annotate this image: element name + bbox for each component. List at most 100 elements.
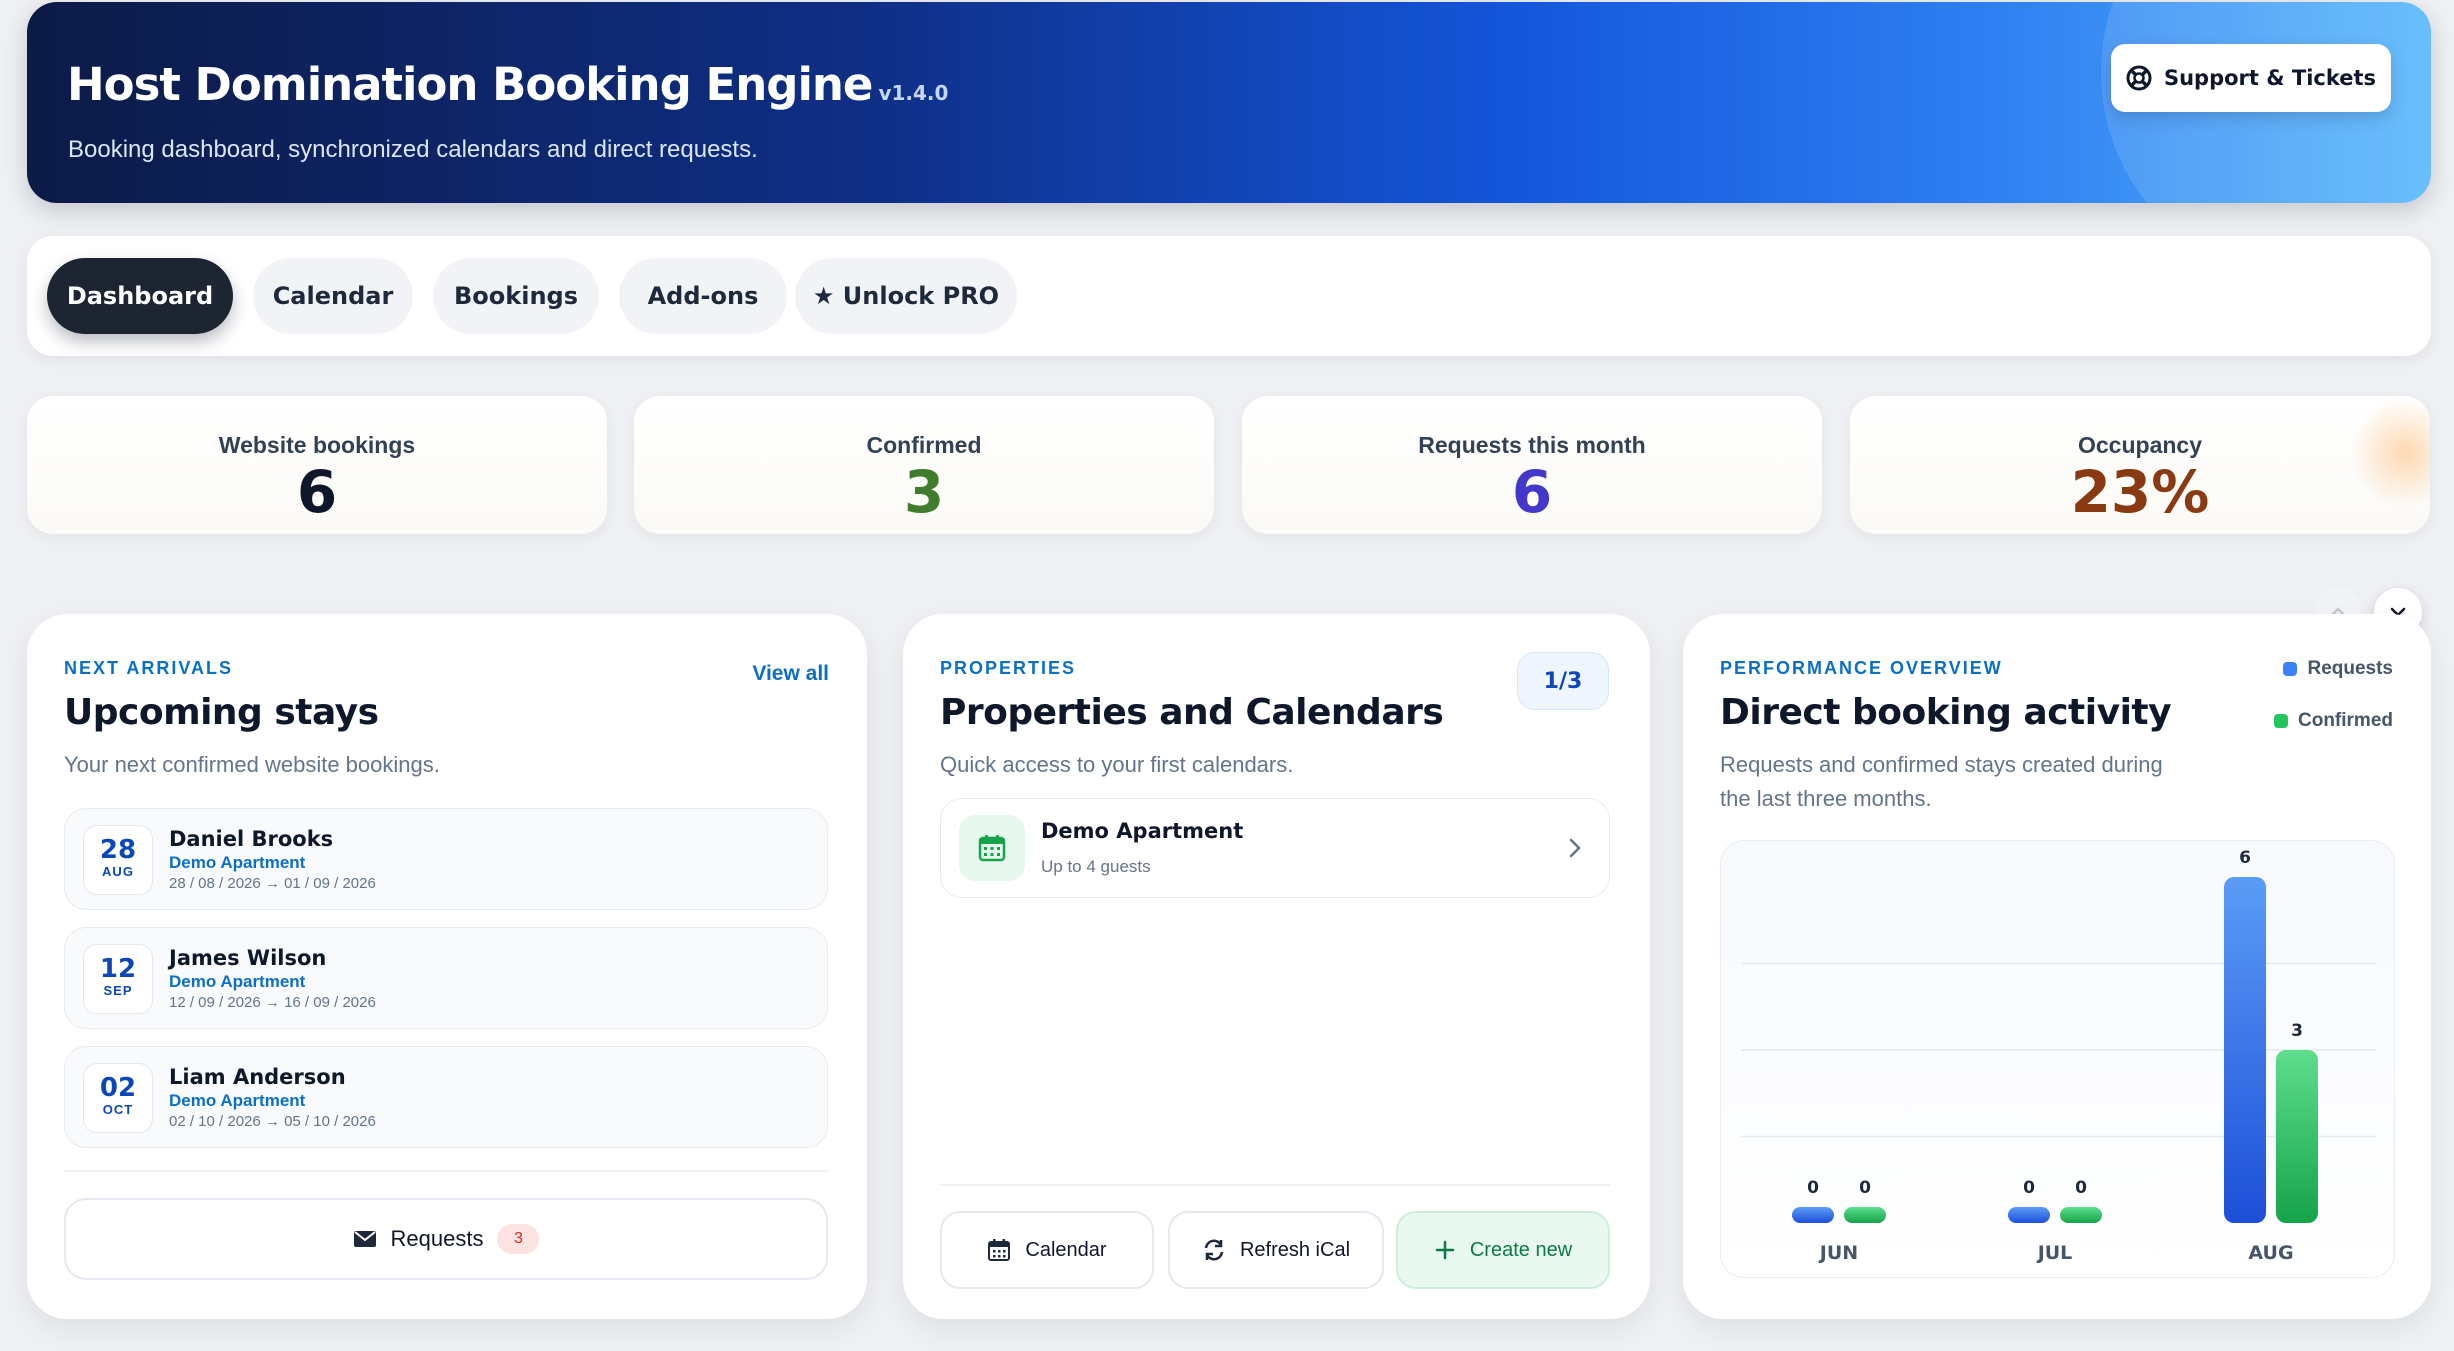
stay-item[interactable]: 28 AUG Daniel Brooks Demo Apartment 28 /… [64,808,828,910]
chart-bar-confirmed [2276,1050,2318,1223]
performance-subtitle-line: the last three months. [1720,786,1932,811]
chart-bar-confirmed [1844,1207,1886,1223]
stay-item[interactable]: 12 SEP James Wilson Demo Apartment 12 / … [64,927,828,1029]
performance-card: PERFORMANCE OVERVIEW Direct booking acti… [1683,614,2431,1319]
performance-eyebrow: PERFORMANCE OVERVIEW [1720,658,2003,678]
chart-area: 0 0 JUN 0 0 JUL 6 3 AUG [1720,840,2395,1278]
date-badge: 12 SEP [83,944,153,1014]
refresh-icon [1204,1239,1224,1261]
stat-value: 6 [1511,458,1553,526]
header-banner: Host Domination Booking Engine v1.4.0 Boo… [27,2,2431,203]
date-month: SEP [103,983,133,998]
chart-bar-confirmed [2060,1207,2102,1223]
calendar-button[interactable]: Calendar [940,1211,1154,1289]
upcoming-stays-card: NEXT ARRIVALS View all Upcoming stays Yo… [27,614,867,1319]
divider [940,1184,1610,1186]
stay-property: Demo Apartment [169,853,306,872]
view-all-link[interactable]: View all [752,662,829,686]
stay-dates: 12 / 09 / 2026 → 16 / 09 / 2026 [169,994,376,1011]
date-day: 02 [99,1073,137,1103]
calendar-icon [959,815,1025,881]
requests-button[interactable]: Requests 3 [64,1198,828,1280]
chart-data-label: 0 [2075,1178,2087,1198]
stay-item[interactable]: 02 OCT Liam Anderson Demo Apartment 02 /… [64,1046,828,1148]
requests-label: Requests [390,1226,484,1251]
stat-value: 6 [296,458,338,526]
property-guests: Up to 4 guests [1041,857,1151,876]
upcoming-eyebrow: NEXT ARRIVALS [64,658,234,678]
chart-data-label: 0 [2023,1178,2035,1198]
chart-x-tick-label: AUG [2248,1242,2293,1264]
chart-x-tick-label: JUL [2036,1242,2073,1264]
calendar-icon [988,1239,1011,1261]
property-name: Demo Apartment [1041,819,1244,843]
legend-swatch [2283,662,2298,676]
stat-value: 23% [2070,458,2210,526]
stat-label: Occupancy [2078,432,2202,458]
chart-data-label: 6 [2239,848,2251,868]
create-new-label: Create new [1469,1238,1573,1261]
stay-property: Demo Apartment [169,972,306,991]
properties-subtitle: Quick access to your first calendars. [940,752,1294,777]
performance-subtitle: Requests and confirmed stays created dur… [1720,748,2163,816]
legend-requests: Requests [2283,658,2393,680]
date-badge: 02 OCT [83,1063,153,1133]
tab-bookings[interactable]: Bookings [433,258,599,334]
app-version: v1.4.0 [878,81,949,105]
create-new-button[interactable]: Create new [1396,1211,1610,1289]
properties-title: Properties and Calendars [940,692,1444,733]
chart-x-tick-label: JUN [1818,1242,1858,1264]
chart-data-label: 0 [1807,1178,1819,1198]
properties-pager[interactable]: 1/3 [1517,652,1609,710]
properties-eyebrow: PROPERTIES [940,658,1077,678]
stat-label: Requests this month [1418,432,1646,458]
date-month: OCT [102,1102,134,1117]
bar-chart: 0 0 JUN 0 0 JUL 6 3 AUG [1741,848,2376,1264]
guest-name: Daniel Brooks [169,827,334,851]
performance-subtitle-line: Requests and confirmed stays created dur… [1720,752,2163,777]
legend-label: Confirmed [2298,710,2393,731]
properties-card: PROPERTIES 1/3 Properties and Calendars … [903,614,1650,1319]
app-title: Host Domination Booking Engine v1.4.0 [67,58,949,111]
performance-title: Direct booking activity [1720,692,2172,733]
chart-bar-requests [2008,1207,2050,1223]
refresh-ical-button[interactable]: Refresh iCal [1168,1211,1384,1289]
guest-name: James Wilson [169,946,327,970]
stat-value: 3 [903,458,945,526]
date-day: 28 [99,835,137,865]
date-day: 12 [99,954,137,984]
legend-label: Requests [2307,658,2393,679]
chart-data-label: 0 [1859,1178,1871,1198]
support-tickets-label: Support & Tickets [2163,66,2377,90]
plus-icon [1435,1240,1455,1260]
stat-confirmed: Confirmed 3 [634,396,1214,534]
envelope-icon [353,1231,376,1247]
chart-bar-requests [1792,1207,1834,1223]
date-badge: 28 AUG [83,825,153,895]
upcoming-title: Upcoming stays [64,692,379,733]
stat-website-bookings: Website bookings 6 [27,396,607,534]
upcoming-subtitle: Your next confirmed website bookings. [64,752,440,777]
tab-dashboard[interactable]: Dashboard [47,258,233,334]
legend-swatch [2274,714,2288,728]
requests-count-badge: 3 [497,1224,540,1254]
chart-data-label: 3 [2291,1021,2303,1041]
tab-addons[interactable]: Add-ons [619,258,787,334]
stay-dates: 02 / 10 / 2026 → 05 / 10 / 2026 [169,1113,376,1130]
guest-name: Liam Anderson [169,1065,346,1089]
support-tickets-button[interactable]: Support & Tickets [2111,44,2391,112]
chart-bar-requests [2224,877,2266,1223]
date-month: AUG [102,864,134,879]
chevron-right-icon [1569,838,1581,858]
divider [64,1170,828,1172]
lifebuoy-icon [2126,65,2152,91]
refresh-ical-label: Refresh iCal [1239,1238,1351,1261]
property-item[interactable]: Demo Apartment Up to 4 guests [940,798,1610,898]
stay-dates: 28 / 08 / 2026 → 01 / 09 / 2026 [169,875,376,892]
stat-label: Website bookings [218,432,416,458]
stay-property: Demo Apartment [169,1091,306,1110]
stat-label: Confirmed [866,432,982,458]
tab-unlock-pro[interactable]: ★ Unlock PRO [795,258,1017,334]
app-subtitle: Booking dashboard, synchronized calendar… [68,136,758,163]
tab-calendar[interactable]: Calendar [253,258,413,334]
